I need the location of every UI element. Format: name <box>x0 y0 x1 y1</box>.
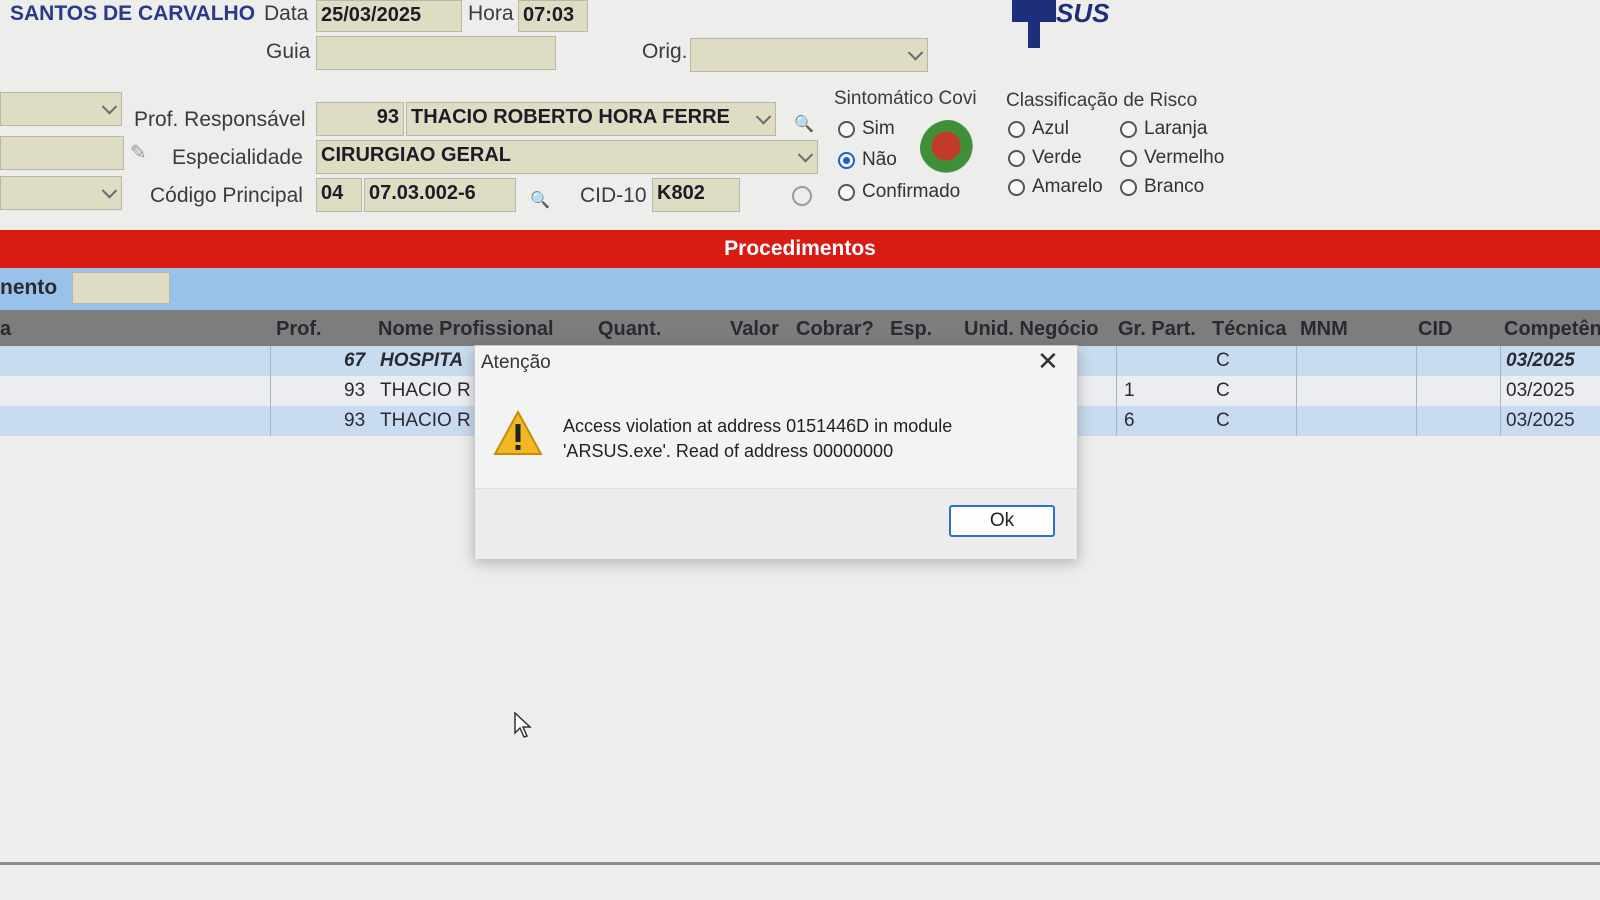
specialty-select[interactable]: CIRURGIAO GERAL <box>316 140 818 174</box>
target-icon[interactable] <box>792 186 812 206</box>
row-competencia: 03/2025 <box>1506 350 1575 371</box>
error-dialog: Atenção ✕ Access violation at address 01… <box>474 345 1078 559</box>
virus-icon <box>920 120 978 178</box>
time-label: Hora <box>468 2 514 25</box>
col-header-nome[interactable]: Nome Profissional <box>378 318 554 341</box>
chevron-down-icon <box>101 99 118 115</box>
dialog-button-area: Ok <box>475 488 1077 559</box>
main-code-field[interactable]: 07.03.002-6 <box>364 178 516 212</box>
col-header-cobrar[interactable]: Cobrar? <box>796 318 874 341</box>
dialog-message-line-1: Access violation at address 0151446D in … <box>563 416 953 436</box>
col-header-grpart[interactable]: Gr. Part. <box>1118 318 1196 341</box>
col-header[interactable]: a <box>0 318 11 341</box>
col-header-quant[interactable]: Quant. <box>598 318 661 341</box>
risk-label-branco: Branco <box>1144 176 1205 197</box>
risk-label-amarelo: Amarelo <box>1032 176 1103 197</box>
guide-label: Guia <box>266 40 311 63</box>
col-header-mnm[interactable]: MNM <box>1300 318 1348 341</box>
row-prof: 67 <box>344 350 366 371</box>
row-name: THACIO R <box>380 410 471 431</box>
row-competencia: 03/2025 <box>1506 410 1575 431</box>
binoculars-icon[interactable]: 🔍 <box>794 114 814 134</box>
left-combo-1[interactable] <box>0 92 122 126</box>
col-header-esp[interactable]: Esp. <box>890 318 932 341</box>
covid-group-title: Sintomático Covi <box>834 88 977 109</box>
main-code-prefix-field[interactable]: 04 <box>316 178 362 212</box>
prof-code-field[interactable]: 93 <box>316 102 404 136</box>
cid-label: CID-10 <box>580 184 647 207</box>
warning-icon <box>493 409 543 456</box>
covid-label-confirmado: Confirmado <box>862 181 961 202</box>
filter-label: nento <box>0 276 58 299</box>
row-name: HOSPITA <box>380 350 464 371</box>
mouse-cursor-icon <box>514 711 532 743</box>
row-prof: 93 <box>344 410 366 431</box>
row-competencia: 03/2025 <box>1506 380 1575 401</box>
specialty-label: Especialidade <box>172 146 303 169</box>
col-header-prof[interactable]: Prof. <box>276 318 322 341</box>
risk-label-laranja: Laranja <box>1144 118 1208 139</box>
cid-field[interactable]: K802 <box>652 178 740 212</box>
risk-group-title: Classificação de Risco <box>1006 90 1198 111</box>
risk-label-vermelho: Vermelho <box>1144 147 1225 168</box>
patient-name: SANTOS DE CARVALHO <box>10 2 256 25</box>
risk-radio-amarelo[interactable] <box>1008 179 1025 196</box>
procedures-grid-header: a Prof. Nome Profissional Quant. Valor C… <box>0 310 1600 346</box>
prof-label: Prof. Responsável <box>134 108 306 131</box>
sus-logo: SUS <box>1012 0 1132 50</box>
chevron-down-icon <box>797 147 814 163</box>
col-header-competencia[interactable]: Competên <box>1504 318 1600 341</box>
risk-label-azul: Azul <box>1032 118 1069 139</box>
row-name: THACIO R <box>380 380 471 401</box>
pin-icon[interactable]: ✎ <box>130 140 147 165</box>
covid-radio-sim[interactable] <box>838 121 855 138</box>
col-header-unid[interactable]: Unid. Negócio <box>964 318 1098 341</box>
chevron-down-icon <box>101 183 118 199</box>
main-code-label: Código Principal <box>150 184 303 207</box>
covid-label-nao: Não <box>862 149 897 170</box>
time-field[interactable]: 07:03 <box>518 0 588 32</box>
binoculars-icon[interactable]: 🔍 <box>530 190 550 210</box>
row-grpart: 6 <box>1124 410 1135 431</box>
row-prof: 93 <box>344 380 366 401</box>
row-tecnica: C <box>1216 350 1230 371</box>
chevron-down-icon <box>907 45 924 61</box>
dialog-message-line-2: 'ARSUS.exe'. Read of address 00000000 <box>563 441 894 461</box>
covid-radio-confirmado[interactable] <box>838 184 855 201</box>
risk-label-verde: Verde <box>1032 147 1082 168</box>
risk-radio-branco[interactable] <box>1120 179 1137 196</box>
covid-radio-nao[interactable] <box>838 152 855 169</box>
left-field-2[interactable] <box>0 136 124 170</box>
risk-radio-vermelho[interactable] <box>1120 150 1137 167</box>
close-icon[interactable]: ✕ <box>1037 346 1059 377</box>
date-label: Data <box>264 2 309 25</box>
filter-field[interactable] <box>72 272 170 304</box>
date-field[interactable]: 25/03/2025 <box>316 0 462 32</box>
row-grpart: 1 <box>1124 380 1135 401</box>
orig-select[interactable] <box>690 38 928 72</box>
row-tecnica: C <box>1216 410 1230 431</box>
row-tecnica: C <box>1216 380 1230 401</box>
risk-radio-laranja[interactable] <box>1120 121 1137 138</box>
risk-radio-azul[interactable] <box>1008 121 1025 138</box>
prof-name-select[interactable]: THACIO ROBERTO HORA FERRE <box>406 102 776 136</box>
col-header-valor[interactable]: Valor <box>730 318 779 341</box>
col-header-cid[interactable]: CID <box>1418 318 1452 341</box>
dialog-title: Atenção <box>481 352 551 373</box>
guide-field[interactable] <box>316 36 556 70</box>
footer-divider <box>0 862 1600 865</box>
procedures-filter-bar: nento <box>0 268 1600 310</box>
left-combo-3[interactable] <box>0 176 122 210</box>
orig-label: Orig. <box>642 40 688 63</box>
procedures-title-bar: Procedimentos <box>0 230 1600 268</box>
covid-label-sim: Sim <box>862 118 895 139</box>
chevron-down-icon <box>755 109 772 125</box>
col-header-tecnica[interactable]: Técnica <box>1212 318 1286 341</box>
ok-button[interactable]: Ok <box>949 505 1055 537</box>
risk-radio-verde[interactable] <box>1008 150 1025 167</box>
